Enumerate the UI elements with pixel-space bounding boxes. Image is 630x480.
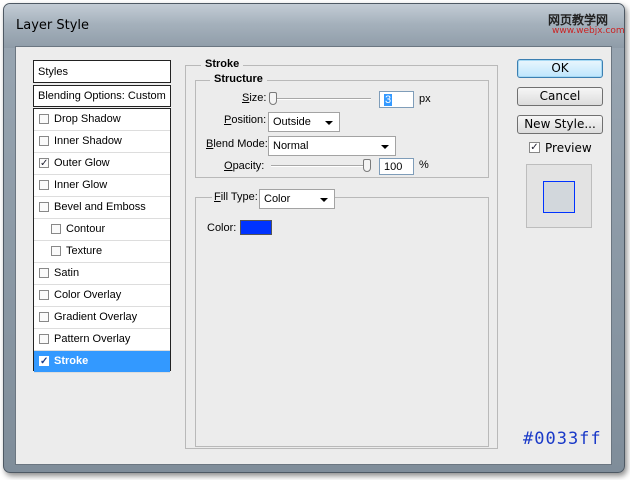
style-item-texture[interactable]: Texture [34, 241, 170, 263]
color-label: Color: [207, 222, 237, 234]
blend-mode-select[interactable]: Normal [268, 136, 396, 156]
style-item-bevel-and-emboss[interactable]: Bevel and Emboss [34, 197, 170, 219]
fill-type-select[interactable]: Color [259, 189, 335, 209]
style-item-checkbox[interactable] [39, 202, 49, 212]
style-preview-thumbnail [526, 164, 592, 228]
style-item-gradient-overlay[interactable]: Gradient Overlay [34, 307, 170, 329]
size-slider-track[interactable] [271, 98, 371, 100]
chevron-down-icon [325, 121, 333, 125]
style-item-color-overlay[interactable]: Color Overlay [34, 285, 170, 307]
fill-type-label: Fill Type: [212, 191, 260, 203]
style-item-pattern-overlay[interactable]: Pattern Overlay [34, 329, 170, 351]
style-item-checkbox[interactable] [39, 268, 49, 278]
opacity-unit: % [419, 159, 429, 171]
style-item-label: Color Overlay [54, 289, 122, 301]
style-item-checkbox[interactable] [51, 246, 61, 256]
opacity-slider-track[interactable] [271, 165, 371, 167]
structure-group-title: Structure [210, 73, 267, 85]
style-item-label: Stroke [54, 355, 89, 367]
position-label: Position: [224, 114, 267, 126]
style-item-checkbox[interactable] [39, 114, 49, 124]
styles-list: Drop Shadow Inner Shadow ✓ Outer Glow Inner … [33, 108, 171, 373]
style-item-label: Bevel and Emboss [54, 201, 146, 213]
style-item-contour[interactable]: Contour [34, 219, 170, 241]
window-title: Layer Style [16, 18, 90, 33]
style-item-label: Pattern Overlay [54, 333, 131, 345]
layer-style-dialog: Layer Style 网页教学网 www.webjx.com Styles B… [3, 3, 625, 473]
preview-checkbox[interactable]: ✓ [529, 142, 540, 153]
style-item-checkbox[interactable] [39, 290, 49, 300]
blend-mode-value: Normal [273, 140, 309, 152]
size-label: Size: [242, 92, 267, 104]
hex-color-caption: #0033ff [523, 429, 602, 449]
style-item-inner-glow[interactable]: Inner Glow [34, 175, 170, 197]
style-item-label: Inner Shadow [54, 135, 122, 147]
style-item-label: Satin [54, 267, 80, 279]
position-select[interactable]: Outside [268, 112, 340, 132]
style-item-label: Inner Glow [54, 179, 108, 191]
style-item-checkbox[interactable] [39, 136, 49, 146]
style-item-inner-shadow[interactable]: Inner Shadow [34, 131, 170, 153]
stroke-group-title: Stroke [201, 58, 244, 70]
stroke-color-swatch[interactable] [240, 220, 272, 235]
ok-button[interactable]: OK [517, 59, 603, 78]
opacity-slider-thumb[interactable] [363, 159, 371, 172]
style-item-label: Texture [66, 245, 103, 257]
title-bar[interactable]: Layer Style 网页教学网 www.webjx.com [4, 4, 625, 48]
size-unit: px [419, 93, 431, 105]
style-item-label: Drop Shadow [54, 113, 121, 125]
opacity-label: Opacity: [224, 160, 265, 172]
style-item-checkbox[interactable] [39, 334, 49, 344]
dialog-client-area: Styles Blending Options: Custom Drop Sha… [15, 46, 612, 465]
style-item-label: Gradient Overlay [54, 311, 138, 323]
blending-options-item[interactable]: Blending Options: Custom [33, 85, 171, 107]
style-item-checkbox[interactable] [51, 224, 61, 234]
new-style-button[interactable]: New Style... [517, 115, 603, 134]
preview-stroke-square [543, 181, 575, 213]
style-item-drop-shadow[interactable]: Drop Shadow [34, 109, 170, 131]
style-item-checkbox[interactable] [39, 312, 49, 322]
fill-type-value: Color [264, 193, 291, 205]
cancel-button[interactable]: Cancel [517, 87, 603, 106]
preview-label: Preview [545, 141, 592, 155]
style-item-label: Contour [66, 223, 106, 235]
style-item-outer-glow[interactable]: ✓ Outer Glow [34, 153, 170, 175]
watermark-url: www.webjx.com [552, 26, 625, 36]
size-slider-thumb[interactable] [269, 92, 277, 105]
style-item-label: Outer Glow [54, 157, 110, 169]
style-item-stroke[interactable]: ✓ Stroke [34, 351, 170, 373]
style-item-satin[interactable]: Satin [34, 263, 170, 285]
style-item-checkbox[interactable] [39, 180, 49, 190]
style-item-checkbox[interactable]: ✓ [39, 356, 49, 367]
chevron-down-icon [381, 145, 389, 149]
blend-mode-label: Blend Mode: [206, 138, 268, 150]
size-input[interactable]: 3 [379, 91, 414, 108]
position-value: Outside [273, 116, 311, 128]
opacity-input[interactable]: 100 [379, 158, 414, 175]
size-value: 3 [384, 94, 393, 106]
styles-header[interactable]: Styles [33, 60, 171, 83]
style-item-checkbox[interactable]: ✓ [39, 158, 49, 169]
chevron-down-icon [320, 198, 328, 202]
